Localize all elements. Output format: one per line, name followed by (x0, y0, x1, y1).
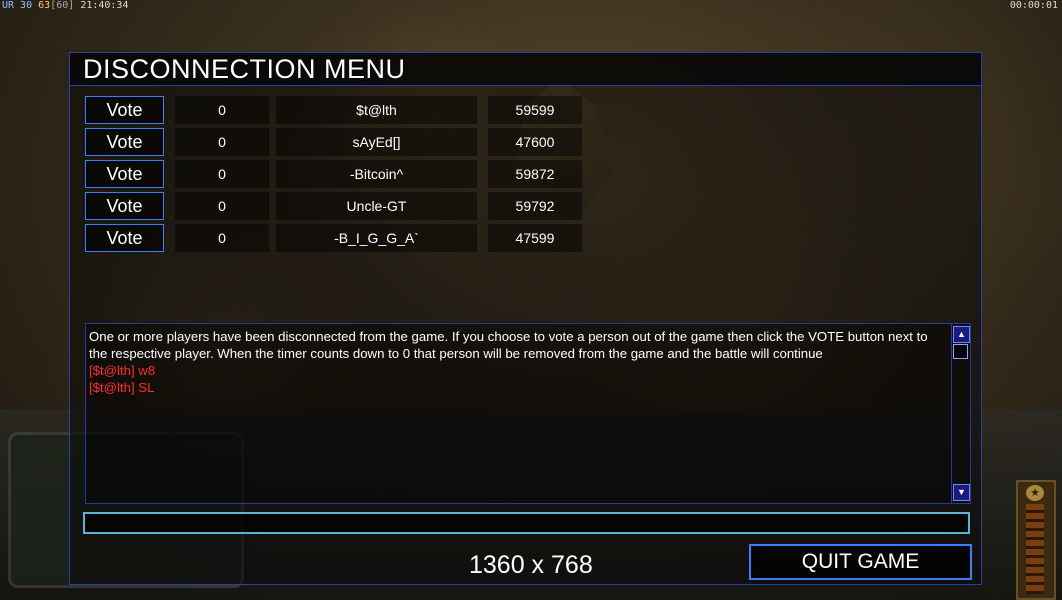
player-name: -B_I_G_G_A` (276, 224, 477, 252)
vote-button[interactable]: Vote (85, 192, 164, 220)
quit-game-button[interactable]: QUIT GAME (749, 544, 972, 580)
resolution-label: 1360 x 768 (469, 551, 593, 579)
vote-button[interactable]: Vote (85, 160, 164, 188)
player-id: 59872 (488, 160, 582, 188)
debug-info: UR 30 63[60] 21:40:34 (2, 0, 128, 11)
vote-count: 0 (175, 160, 269, 188)
scroll-thumb[interactable] (953, 344, 968, 359)
player-id: 47600 (488, 128, 582, 156)
debug-fps: 63 (38, 0, 51, 11)
chat-message: [$t@lth] SL (89, 380, 155, 395)
vote-count: 0 (175, 224, 269, 252)
menu-title-bar: DISCONNECTION MENU (70, 53, 981, 86)
vote-count: 0 (175, 96, 269, 124)
debug-fps-cap: [60] (50, 0, 75, 11)
player-id: 59792 (488, 192, 582, 220)
disconnection-menu: DISCONNECTION MENU Vote 0 $t@lth 59599 V… (69, 52, 982, 585)
power-meter: ★ (1016, 480, 1056, 600)
system-message: One or more players have been disconnect… (89, 329, 928, 361)
game-timer: 00:00:01 (1009, 0, 1058, 11)
vote-button[interactable]: Vote (85, 96, 164, 124)
player-name: Uncle-GT (276, 192, 477, 220)
power-bars (1026, 504, 1044, 594)
vote-count: 0 (175, 128, 269, 156)
player-name: $t@lth (276, 96, 477, 124)
menu-title: DISCONNECTION MENU (83, 54, 406, 84)
star-icon: ★ (1026, 485, 1044, 501)
vote-count: 0 (175, 192, 269, 220)
player-name: -Bitcoin^ (276, 160, 477, 188)
clock: 21:40:34 (80, 0, 129, 11)
vote-button[interactable]: Vote (85, 128, 164, 156)
vote-button[interactable]: Vote (85, 224, 164, 252)
player-name: sAyEd[] (276, 128, 477, 156)
chat-input[interactable] (83, 512, 970, 534)
message-log: One or more players have been disconnect… (85, 323, 971, 504)
message-scrollbar[interactable]: ▲ ▼ (951, 324, 970, 503)
scroll-up-icon[interactable]: ▲ (953, 326, 970, 343)
debug-ur: UR 30 (2, 0, 33, 11)
message-list: One or more players have been disconnect… (89, 328, 944, 396)
player-id: 47599 (488, 224, 582, 252)
scroll-down-icon[interactable]: ▼ (953, 484, 970, 501)
chat-message: [$t@lth] w8 (89, 363, 156, 378)
player-id: 59599 (488, 96, 582, 124)
